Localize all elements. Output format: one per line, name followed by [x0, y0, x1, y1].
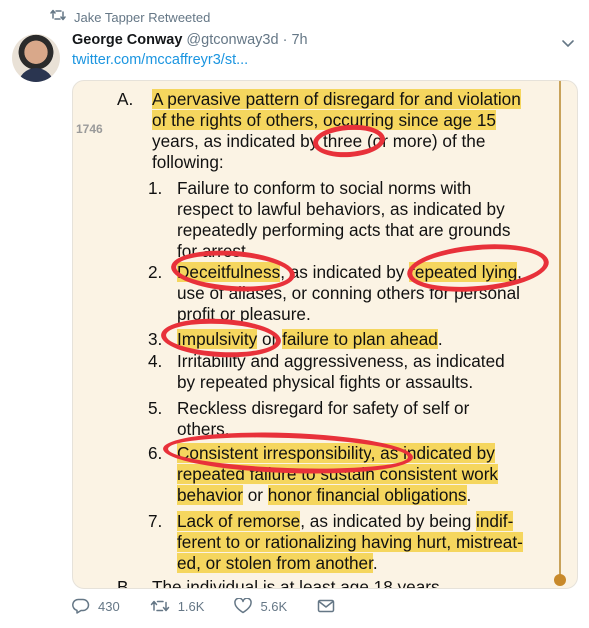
doc-line: ed, or stolen from another	[177, 553, 373, 573]
highlight-failure-to-plan: failure to plan ahead	[282, 329, 438, 349]
like-button[interactable]: 5.6K	[234, 598, 287, 614]
criterion-b-marker: B.	[117, 577, 134, 589]
doc-line: Reckless disregard for safety of self or	[177, 398, 470, 418]
doc-line: respect to lawful behaviors, as indicate…	[177, 199, 505, 219]
doc-text: indif-	[476, 511, 514, 531]
doc-text: , as indicated by being	[300, 511, 477, 531]
tweet-image[interactable]: 1746 A. A pervasive pattern of disregard…	[72, 80, 578, 589]
page-edge-knob	[554, 574, 566, 586]
page-edge-line	[559, 81, 561, 579]
header-separator: ·	[282, 32, 288, 48]
doc-line: ferent to or rationalizing having hurt, …	[177, 532, 523, 552]
doc-line: A pervasive pattern of disregard for and…	[152, 89, 521, 109]
chevron-down-icon[interactable]	[561, 36, 575, 54]
doc-text: .	[437, 329, 443, 349]
doc-text: , as indicated by	[280, 262, 410, 282]
highlight-financial: honor financial obligations	[267, 485, 467, 505]
doc-line: following:	[152, 152, 224, 172]
page-number: 1746	[76, 122, 103, 136]
avatar[interactable]	[12, 34, 60, 82]
retweet-context: Jake Tapper Retweeted	[50, 8, 210, 27]
author-handle[interactable]: @gtconway3d	[186, 32, 278, 48]
reply-button[interactable]: 430	[72, 598, 120, 614]
doc-text: .	[466, 485, 472, 505]
document-page: 1746 A. A pervasive pattern of disregard…	[73, 81, 577, 588]
retweet-label[interactable]: Jake Tapper Retweeted	[74, 10, 210, 25]
doc-text: or	[242, 485, 268, 505]
retweet-icon	[150, 599, 170, 613]
reply-icon	[72, 598, 90, 614]
retweet-icon	[50, 8, 66, 27]
doc-text: .	[372, 553, 378, 573]
doc-line: of the rights of others, occurring since…	[152, 110, 496, 130]
criterion-a-marker: A.	[117, 89, 134, 109]
highlight-lack-of-remorse: Lack of remorse	[177, 511, 301, 531]
highlight-behavior: behavior	[177, 485, 243, 505]
doc-line: by repeated physical fights or assaults.	[177, 372, 474, 392]
item-number: 2.	[148, 262, 163, 282]
doc-line: The individual is at least age 18 years.	[152, 577, 445, 589]
item-number: 4.	[148, 351, 163, 371]
retweet-count: 1.6K	[177, 598, 205, 614]
envelope-icon	[317, 599, 335, 613]
tweet-time[interactable]: 7h	[291, 32, 307, 48]
tweet-actions: 430 1.6K 5.6K	[72, 598, 365, 614]
doc-line: repeatedly performing acts that are grou…	[177, 220, 511, 240]
author-name[interactable]: George Conway	[72, 32, 182, 48]
item-number: 5.	[148, 398, 163, 418]
heart-icon	[234, 598, 253, 614]
direct-message-button[interactable]	[317, 599, 335, 613]
doc-line: Failure to conform to social norms with	[177, 178, 472, 198]
tweet-link[interactable]: twitter.com/mccaffreyr3/st...	[72, 52, 248, 68]
item-number: 6.	[148, 443, 163, 463]
like-count: 5.6K	[260, 598, 288, 614]
item-number: 1.	[148, 178, 163, 198]
item-number: 3.	[148, 329, 163, 349]
tweet-header: George Conway @gtconway3d · 7h	[72, 32, 308, 48]
reply-count: 430	[98, 598, 120, 614]
retweet-button[interactable]: 1.6K	[150, 598, 205, 614]
item-number: 7.	[148, 511, 163, 531]
